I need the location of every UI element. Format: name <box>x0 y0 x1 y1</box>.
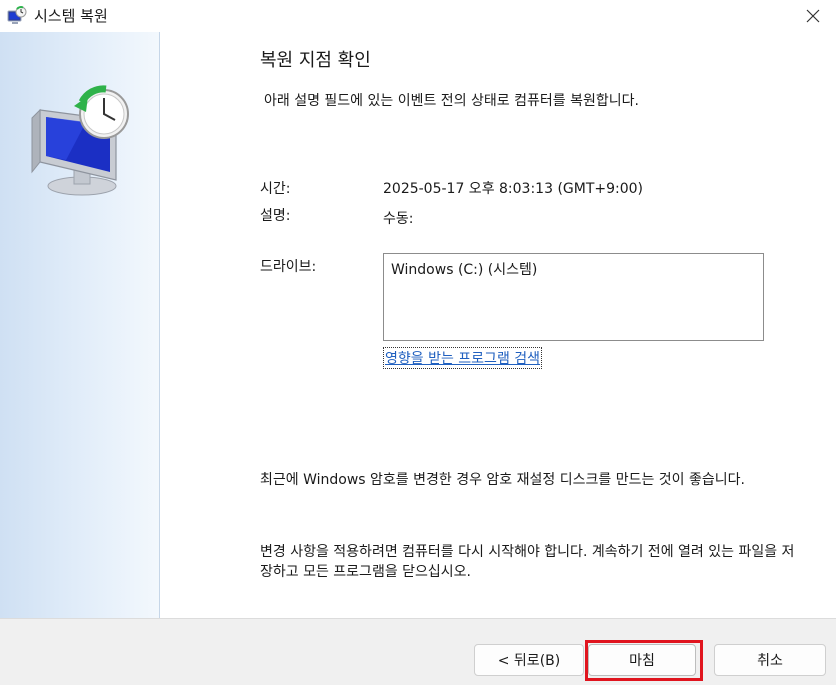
restart-note: 변경 사항을 적용하려면 컴퓨터를 다시 시작해야 합니다. 계속하기 전에 열… <box>260 544 795 580</box>
footer-bar: < 뒤로(B) 마침 취소 <box>0 618 836 685</box>
cancel-button[interactable]: 취소 <box>714 644 826 676</box>
system-restore-icon <box>7 6 27 24</box>
sidebar-panel <box>0 32 160 618</box>
close-icon <box>806 9 820 23</box>
description-label: 설명: <box>260 208 291 224</box>
time-value: 2025-05-17 오후 8:03:13 (GMT+9:00) <box>383 181 644 197</box>
drive-list-item[interactable]: Windows (C:) (시스템) <box>391 259 756 279</box>
title-bar: 시스템 복원 <box>0 0 836 32</box>
window-title: 시스템 복원 <box>34 7 108 25</box>
close-button[interactable] <box>790 0 836 32</box>
finish-button[interactable]: 마침 <box>588 644 696 676</box>
main-content: 복원 지점 확인 아래 설명 필드에 있는 이벤트 전의 상태로 컴퓨터를 복원… <box>160 32 836 618</box>
page-title: 복원 지점 확인 <box>260 50 371 71</box>
drive-list[interactable]: Windows (C:) (시스템) <box>383 253 764 341</box>
system-restore-monitor-clock-icon <box>31 85 129 196</box>
time-label: 시간: <box>260 181 291 197</box>
drive-label: 드라이브: <box>260 259 317 275</box>
description-value: 수동: <box>383 211 414 227</box>
scan-affected-programs-link[interactable]: 영향을 받는 프로그램 검색 <box>383 347 543 369</box>
password-note: 최근에 Windows 암호를 변경한 경우 암호 재설정 디스크를 만드는 것… <box>260 472 745 488</box>
back-button[interactable]: < 뒤로(B) <box>474 644 584 676</box>
description-text: 아래 설명 필드에 있는 이벤트 전의 상태로 컴퓨터를 복원합니다. <box>264 93 639 109</box>
